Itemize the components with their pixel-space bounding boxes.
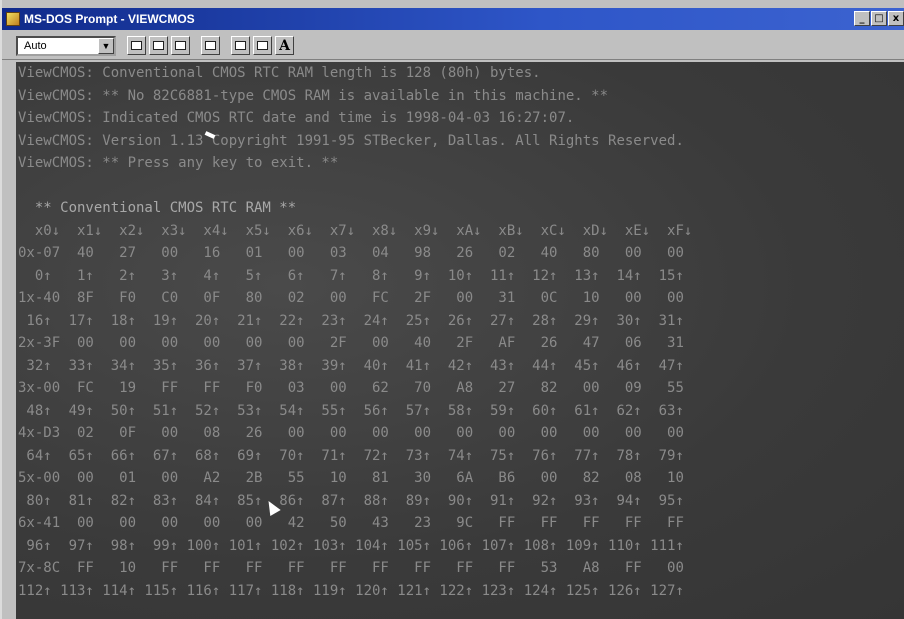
copy-button[interactable] bbox=[149, 36, 168, 55]
console-line: 0↑ 1↑ 2↑ 3↑ 4↑ 5↑ 6↑ 7↑ 8↑ 9↑ 10↑ 11↑ 12… bbox=[18, 267, 684, 284]
console-line: 96↑ 97↑ 98↑ 99↑ 100↑ 101↑ 102↑ 103↑ 104↑… bbox=[18, 537, 684, 554]
background-button[interactable] bbox=[253, 36, 272, 55]
mark-icon bbox=[131, 41, 142, 50]
properties-icon bbox=[235, 41, 246, 50]
console-line: ViewCMOS: Version 1.13 Copyright 1991-95… bbox=[18, 132, 684, 149]
console-line: ViewCMOS: Indicated CMOS RTC date and ti… bbox=[18, 110, 575, 126]
minimize-button[interactable]: _ bbox=[854, 11, 870, 26]
console-line: 7x-8C FF 10 FF FF FF FF FF FF FF FF FF 5… bbox=[18, 560, 684, 576]
fullscreen-icon bbox=[205, 41, 216, 50]
console-line: ViewCMOS: ** Press any key to exit. ** bbox=[18, 155, 339, 171]
console-line: 6x-41 00 00 00 00 00 42 50 43 23 9C FF F… bbox=[18, 515, 684, 531]
window-controls: _ □ x bbox=[854, 11, 904, 26]
background-icon bbox=[257, 41, 268, 50]
mark-button[interactable] bbox=[127, 36, 146, 55]
chevron-down-icon[interactable]: ▼ bbox=[98, 37, 114, 54]
console-line: 2x-3F 00 00 00 00 00 00 2F 00 40 2F AF 2… bbox=[18, 335, 684, 351]
toolbar: Auto ▼ A bbox=[2, 32, 904, 60]
maximize-button[interactable]: □ bbox=[871, 11, 887, 26]
console-line: 16↑ 17↑ 18↑ 19↑ 20↑ 21↑ 22↑ 23↑ 24↑ 25↑ … bbox=[18, 312, 684, 329]
msdos-window: MS-DOS Prompt - VIEWCMOS _ □ x Auto ▼ A … bbox=[0, 0, 904, 619]
copy-icon bbox=[153, 41, 164, 50]
font-size-select[interactable]: Auto ▼ bbox=[16, 35, 116, 56]
console-line: x0↓ x1↓ x2↓ x3↓ x4↓ x5↓ x6↓ x7↓ x8↓ x9↓ … bbox=[18, 222, 693, 239]
close-button[interactable]: x bbox=[888, 11, 904, 26]
console-line: 3x-00 FC 19 FF FF F0 03 00 62 70 A8 27 8… bbox=[18, 380, 684, 396]
console-output[interactable]: ViewCMOS: Conventional CMOS RTC RAM leng… bbox=[16, 62, 904, 619]
console-line: 5x-00 00 01 00 A2 2B 55 10 81 30 6A B6 0… bbox=[18, 470, 684, 486]
console-line: 32↑ 33↑ 34↑ 35↑ 36↑ 37↑ 38↑ 39↑ 40↑ 41↑ … bbox=[18, 357, 684, 374]
paste-button[interactable] bbox=[171, 36, 190, 55]
console-line: 80↑ 81↑ 82↑ 83↑ 84↑ 85↑ 86↑ 87↑ 88↑ 89↑ … bbox=[18, 492, 684, 509]
window-title: MS-DOS Prompt - VIEWCMOS bbox=[24, 12, 195, 26]
console-line: ViewCMOS: Conventional CMOS RTC RAM leng… bbox=[18, 65, 541, 81]
console-line: 112↑ 113↑ 114↑ 115↑ 116↑ 117↑ 118↑ 119↑ … bbox=[18, 582, 684, 599]
console-line: 1x-40 8F F0 C0 0F 80 02 00 FC 2F 00 31 0… bbox=[18, 290, 684, 306]
properties-button[interactable] bbox=[231, 36, 250, 55]
fullscreen-button[interactable] bbox=[201, 36, 220, 55]
title-bar[interactable]: MS-DOS Prompt - VIEWCMOS _ □ x bbox=[2, 8, 904, 30]
font-button[interactable]: A bbox=[275, 36, 294, 55]
paste-icon bbox=[175, 41, 186, 50]
console-line: 48↑ 49↑ 50↑ 51↑ 52↑ 53↑ 54↑ 55↑ 56↑ 57↑ … bbox=[18, 402, 684, 419]
msdos-app-icon[interactable] bbox=[6, 12, 20, 26]
console-line: 4x-D3 02 0F 00 08 26 00 00 00 00 00 00 0… bbox=[18, 425, 684, 441]
console-line: 64↑ 65↑ 66↑ 67↑ 68↑ 69↑ 70↑ 71↑ 72↑ 73↑ … bbox=[18, 447, 684, 464]
font-size-value: Auto bbox=[24, 39, 47, 52]
console-line: ViewCMOS: ** No 82C6881-type CMOS RAM is… bbox=[18, 87, 609, 104]
console-line: ** Conventional CMOS RTC RAM ** bbox=[18, 200, 297, 216]
console-line: 0x-07 40 27 00 16 01 00 03 04 98 26 02 4… bbox=[18, 245, 684, 261]
